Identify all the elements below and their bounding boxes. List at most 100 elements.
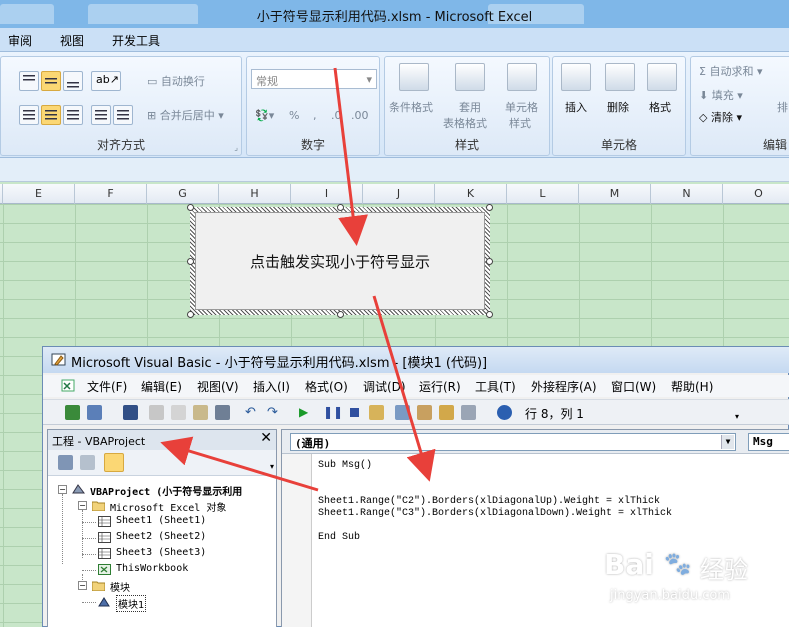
- collapse-icon[interactable]: −: [78, 581, 87, 590]
- code-line[interactable]: Sheet1.Range("C3").Borders(xlDiagonalDow…: [318, 508, 672, 519]
- toolbox-icon[interactable]: [461, 405, 476, 420]
- sheet-button-selection-frame[interactable]: 点击触发实现小于符号显示: [190, 207, 490, 315]
- insert-userform-icon[interactable]: [87, 405, 102, 420]
- view-code-icon[interactable]: [58, 455, 73, 470]
- tab-developer[interactable]: 开发工具: [112, 32, 160, 49]
- code-line[interactable]: Sub Msg(): [318, 460, 372, 471]
- align-top-button[interactable]: [19, 71, 39, 91]
- autosum-button[interactable]: Σ 自动求和 ▾: [699, 63, 762, 79]
- align-bottom-button[interactable]: [63, 71, 83, 91]
- resize-handle[interactable]: [187, 311, 194, 318]
- column-header[interactable]: O: [723, 184, 789, 204]
- column-header[interactable]: K: [435, 184, 507, 204]
- tree-modules-folder[interactable]: 模块: [110, 579, 130, 594]
- align-middle-button[interactable]: [41, 71, 61, 91]
- menu-insert[interactable]: 插入(I): [253, 378, 290, 395]
- code-line[interactable]: Sheet1.Range("C2").Borders(xlDiagonalUp)…: [318, 496, 660, 507]
- close-icon[interactable]: ✕: [260, 430, 272, 446]
- resize-handle[interactable]: [486, 204, 493, 211]
- resize-handle[interactable]: [187, 258, 194, 265]
- tab-review[interactable]: 审阅: [8, 32, 32, 49]
- toggle-folders-icon[interactable]: [104, 453, 124, 472]
- menu-format[interactable]: 格式(O): [305, 378, 348, 395]
- menu-window[interactable]: 窗口(W): [611, 378, 656, 395]
- menu-edit[interactable]: 编辑(E): [141, 378, 182, 395]
- chevron-down-icon[interactable]: ▾: [735, 412, 739, 421]
- align-center-button[interactable]: [41, 105, 61, 125]
- resize-handle[interactable]: [187, 204, 194, 211]
- decrease-indent-button[interactable]: [91, 105, 111, 125]
- tree-sheet1[interactable]: Sheet1 (Sheet1): [116, 515, 206, 526]
- view-excel-icon[interactable]: [65, 405, 80, 420]
- help-icon[interactable]: [497, 405, 512, 420]
- design-mode-icon[interactable]: [369, 405, 384, 420]
- menu-tools[interactable]: 工具(T): [475, 378, 516, 395]
- dialog-launcher-icon[interactable]: ⌟: [234, 143, 238, 152]
- tree-root[interactable]: VBAProject (小于符号显示利用: [90, 483, 242, 498]
- resize-handle[interactable]: [486, 311, 493, 318]
- align-left-button[interactable]: [19, 105, 39, 125]
- merge-center-button[interactable]: ⊞ 合并后居中 ▾: [147, 107, 224, 123]
- code-margin[interactable]: [282, 454, 312, 627]
- object-browser-icon[interactable]: [439, 405, 454, 420]
- currency-button[interactable]: 💱▾: [255, 109, 274, 122]
- save-icon[interactable]: [123, 405, 138, 420]
- column-header[interactable]: E: [3, 184, 75, 204]
- properties-icon[interactable]: [417, 405, 432, 420]
- code-line[interactable]: End Sub: [318, 532, 360, 543]
- stop-icon[interactable]: [347, 405, 362, 420]
- project-explorer-icon[interactable]: [395, 405, 410, 420]
- tab-view[interactable]: 视图: [60, 32, 84, 49]
- tree-module1[interactable]: 模块1: [116, 595, 147, 612]
- chevron-down-icon[interactable]: ▾: [270, 462, 274, 471]
- orientation-button[interactable]: ab↗: [91, 71, 121, 91]
- tree-thisworkbook[interactable]: ThisWorkbook: [116, 563, 188, 574]
- run-icon[interactable]: ▶: [299, 405, 314, 420]
- undo-icon[interactable]: ↶: [245, 405, 260, 420]
- menu-addins[interactable]: 外接程序(A): [531, 378, 597, 395]
- fill-button[interactable]: ⬇ 填充 ▾: [699, 87, 743, 103]
- procedure-select[interactable]: Msg: [748, 433, 789, 451]
- object-select[interactable]: (通用) ▼: [290, 433, 736, 451]
- increase-decimal-button[interactable]: .0: [331, 109, 342, 122]
- collapse-icon[interactable]: −: [78, 501, 87, 510]
- find-icon[interactable]: [215, 405, 230, 420]
- decrease-decimal-button[interactable]: .00: [351, 109, 369, 122]
- increase-indent-button[interactable]: [113, 105, 133, 125]
- trigger-button[interactable]: 点击触发实现小于符号显示: [195, 212, 485, 310]
- tree-sheet3[interactable]: Sheet3 (Sheet3): [116, 547, 206, 558]
- resize-handle[interactable]: [337, 204, 344, 211]
- menu-run[interactable]: 运行(R): [419, 378, 461, 395]
- menu-help[interactable]: 帮助(H): [671, 378, 713, 395]
- menu-debug[interactable]: 调试(D): [363, 378, 406, 395]
- clear-button[interactable]: ◇ 清除 ▾: [699, 109, 742, 125]
- copy-icon[interactable]: [171, 405, 186, 420]
- view-object-icon[interactable]: [80, 455, 95, 470]
- menu-file[interactable]: 文件(F): [87, 378, 127, 395]
- column-header[interactable]: H: [219, 184, 291, 204]
- tree-excel-objects[interactable]: Microsoft Excel 对象: [110, 499, 226, 514]
- number-format-select[interactable]: 常规 ▾: [251, 69, 377, 89]
- pause-icon[interactable]: ❚❚: [323, 405, 343, 420]
- cut-icon[interactable]: [149, 405, 164, 420]
- column-header[interactable]: F: [75, 184, 147, 204]
- resize-handle[interactable]: [486, 258, 493, 265]
- column-header[interactable]: M: [579, 184, 651, 204]
- resize-handle[interactable]: [337, 311, 344, 318]
- sort-filter-label[interactable]: 排: [777, 99, 788, 115]
- column-header[interactable]: I: [291, 184, 363, 204]
- comma-button[interactable]: ,: [313, 109, 317, 122]
- column-header[interactable]: N: [651, 184, 723, 204]
- column-header[interactable]: L: [507, 184, 579, 204]
- wrap-text-button[interactable]: ▭ 自动换行: [147, 73, 205, 89]
- column-header[interactable]: G: [147, 184, 219, 204]
- align-right-button[interactable]: [63, 105, 83, 125]
- menu-view[interactable]: 视图(V): [197, 378, 239, 395]
- paste-icon[interactable]: [193, 405, 208, 420]
- redo-icon[interactable]: ↷: [267, 405, 282, 420]
- column-header[interactable]: J: [363, 184, 435, 204]
- collapse-icon[interactable]: −: [58, 485, 67, 494]
- tree-sheet2[interactable]: Sheet2 (Sheet2): [116, 531, 206, 542]
- percent-button[interactable]: %: [289, 109, 299, 122]
- excel-view-icon[interactable]: [61, 378, 77, 394]
